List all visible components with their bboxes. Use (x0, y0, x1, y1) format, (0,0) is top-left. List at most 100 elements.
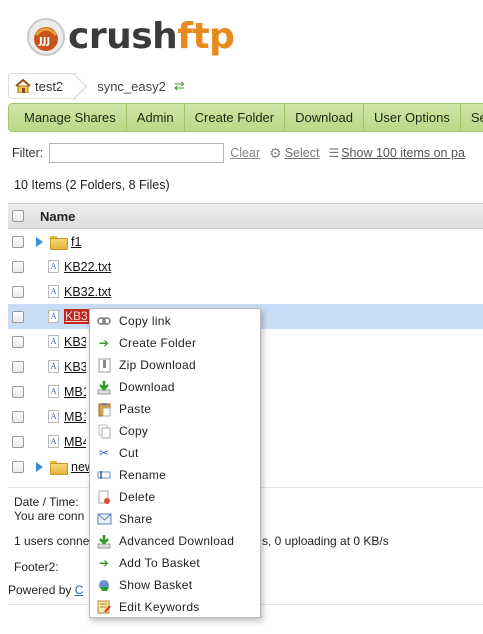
crushftp-logo: JJJ crushftp (26, 12, 235, 62)
menu-item-label: Add To Basket (119, 556, 201, 570)
menu-item-create-folder[interactable]: ➔ Create Folder (90, 332, 260, 354)
breadcrumb-current: sync_easy2 ⇄ (87, 73, 185, 99)
powered-by: Powered by C (8, 583, 83, 597)
table-row[interactable]: A KB32.txt (8, 279, 483, 304)
menu-item-download[interactable]: Download (90, 376, 260, 398)
menu-item-label: Show Basket (119, 578, 193, 592)
scissors-icon: ✂ (98, 446, 110, 460)
filter-bar: Filter: Clear ⚙ Select ☰ Show 100 items … (12, 142, 483, 164)
text-file-icon: A (48, 435, 59, 448)
clear-filter-link[interactable]: Clear (230, 146, 260, 160)
green-arrow-icon: ➔ (98, 336, 110, 350)
powered-by-link[interactable]: C (75, 583, 84, 597)
row-checkbox[interactable] (12, 310, 24, 323)
menu-item-label: Rename (119, 468, 167, 482)
logo-mark-icon: JJJ (26, 17, 66, 57)
row-checkbox[interactable] (12, 360, 24, 373)
menu-item-label: Paste (119, 402, 152, 416)
footer2-label: Footer2: (14, 560, 59, 574)
search-button-truncated[interactable]: Se (461, 104, 483, 131)
menu-item-label: Share (119, 512, 153, 526)
name-column-header[interactable]: Name (40, 209, 75, 224)
folder-icon (50, 235, 68, 250)
menu-item-share[interactable]: Share (90, 508, 260, 530)
text-file-icon: A (48, 335, 59, 348)
link-icon (96, 313, 112, 329)
filter-label: Filter: (12, 146, 44, 160)
menu-item-label: Zip Download (119, 358, 196, 372)
file-name-link[interactable]: KB3 (64, 335, 86, 349)
file-name-link[interactable]: f1 (71, 235, 81, 249)
menu-item-cut[interactable]: ✂ Cut (90, 442, 260, 464)
menu-item-label: Copy link (119, 314, 172, 328)
menu-item-add-to-basket[interactable]: ➔ Add To Basket (90, 552, 260, 574)
manage-shares-button[interactable]: Manage Shares (9, 104, 127, 131)
menu-item-advanced-download[interactable]: Advanced Download (90, 530, 260, 552)
file-name-link[interactable]: MB1 (64, 385, 86, 399)
admin-button[interactable]: Admin (127, 104, 185, 131)
table-row[interactable]: f1 (8, 229, 483, 254)
menu-item-paste[interactable]: Paste (90, 398, 260, 420)
expand-triangle-icon[interactable] (36, 236, 43, 247)
row-checkbox[interactable] (12, 385, 24, 398)
breadcrumb-home[interactable]: test2 (8, 73, 78, 99)
row-checkbox[interactable] (12, 460, 24, 473)
menu-item-label: Advanced Download (119, 534, 235, 548)
file-name-link[interactable]: MB4 (64, 435, 86, 449)
file-name-link[interactable]: MB1 (64, 410, 86, 424)
breadcrumb: test2 sync_easy2 ⇄ (8, 73, 483, 99)
text-file-icon: A (48, 360, 59, 373)
list-icon: ☰ (328, 146, 340, 160)
file-name-link[interactable]: KB22.txt (64, 260, 111, 274)
user-options-button[interactable]: User Options (364, 104, 461, 131)
delete-icon (96, 489, 112, 505)
connected-status: You are conn (14, 509, 85, 523)
upload-status: s, 0 uploading at 0 KB/s (262, 534, 389, 548)
menu-item-label: Copy (119, 424, 149, 438)
menu-item-zip-download[interactable]: Zip Download (90, 354, 260, 376)
row-checkbox[interactable] (12, 260, 24, 273)
logo-text: crushftp (68, 16, 235, 57)
zip-icon (96, 357, 112, 373)
menu-item-delete[interactable]: Delete (90, 486, 260, 508)
menu-item-edit-keywords[interactable]: Edit Keywords (90, 596, 260, 618)
select-link[interactable]: Select (285, 146, 320, 160)
sync-icon[interactable]: ⇄ (174, 78, 185, 94)
download-icon (96, 379, 112, 395)
table-row[interactable]: A KB22.txt (8, 254, 483, 279)
text-file-icon: A (48, 310, 59, 323)
main-toolbar: Manage Shares Admin Create Folder Downlo… (8, 103, 483, 132)
menu-item-copy[interactable]: Copy (90, 420, 260, 442)
row-checkbox[interactable] (12, 235, 24, 248)
gear-icon[interactable]: ⚙ (269, 145, 282, 162)
svg-text:JJJ: JJJ (38, 36, 50, 47)
text-file-icon: A (48, 385, 59, 398)
download-button[interactable]: Download (285, 104, 364, 131)
expand-triangle-icon[interactable] (36, 461, 43, 472)
row-checkbox[interactable] (12, 435, 24, 448)
basket-icon (96, 577, 112, 593)
row-checkbox[interactable] (12, 335, 24, 348)
text-file-icon: A (48, 260, 59, 273)
clipboard-icon (96, 401, 112, 417)
menu-item-copy-link[interactable]: Copy link (90, 310, 260, 332)
text-file-icon: A (48, 285, 59, 298)
breadcrumb-home-label: test2 (35, 78, 64, 94)
folder-icon (50, 460, 68, 475)
select-all-checkbox[interactable] (12, 210, 24, 222)
file-name-link[interactable]: KB32.txt (64, 285, 111, 299)
create-folder-button[interactable]: Create Folder (185, 104, 286, 131)
rename-icon (96, 467, 112, 483)
table-header: Name (8, 203, 483, 229)
breadcrumb-current-label: sync_easy2 (97, 78, 166, 94)
filter-input[interactable] (49, 143, 225, 163)
menu-item-rename[interactable]: Rename (90, 464, 260, 486)
row-checkbox[interactable] (12, 285, 24, 298)
item-count: 10 Items (2 Folders, 8 Files) (14, 178, 170, 192)
menu-item-show-basket[interactable]: Show Basket (90, 574, 260, 596)
menu-item-label: Create Folder (119, 336, 197, 350)
file-name-link[interactable]: KB3 (64, 360, 86, 374)
users-connected-status: 1 users conne (14, 534, 89, 548)
show-items-link[interactable]: Show 100 items on pa (341, 146, 465, 160)
row-checkbox[interactable] (12, 410, 24, 423)
